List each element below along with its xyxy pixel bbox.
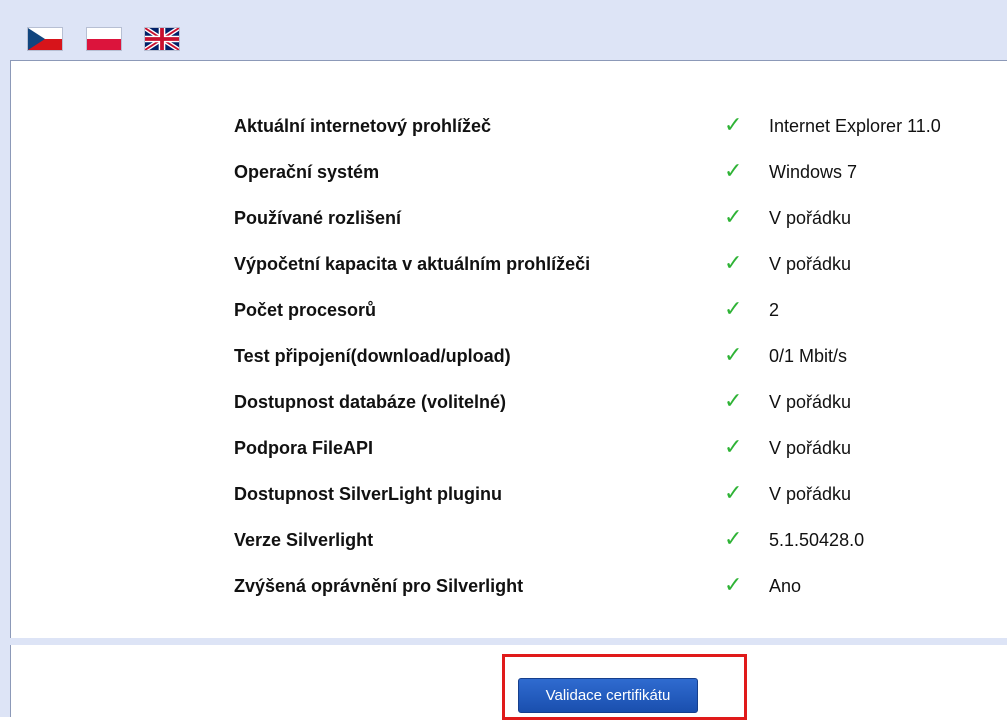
check-value: 0/1 Mbit/s — [769, 346, 848, 366]
check-mark-icon: ✓ — [724, 481, 743, 506]
check-mark-icon: ✓ — [724, 205, 743, 230]
check-label: Test připojení(download/upload) — [234, 346, 511, 366]
check-row: Používané rozlišení ✓ V pořádku — [11, 195, 1007, 241]
check-mark-icon: ✓ — [724, 159, 743, 184]
check-label: Verze Silverlight — [234, 530, 374, 550]
validate-certificate-button[interactable]: Validace certifikátu — [518, 678, 698, 713]
check-row: Dostupnost databáze (volitelné) ✓ V pořádk… — [11, 379, 1007, 425]
check-label: Operační systém — [234, 162, 380, 182]
check-row: Dostupnost SilverLight pluginu ✓ V pořádku — [11, 471, 1007, 517]
check-row: Výpočetní kapacita v aktuálním prohlížeč… — [11, 241, 1007, 287]
check-label: Výpočetní kapacita v aktuálním prohlížeč… — [234, 254, 591, 274]
check-label: Používané rozlišení — [234, 208, 402, 228]
check-label: Dostupnost databáze (volitelné) — [234, 392, 507, 412]
check-mark-icon: ✓ — [724, 113, 743, 138]
check-mark-icon: ✓ — [724, 389, 743, 414]
language-bar — [0, 0, 1007, 58]
check-row: Počet procesorů ✓ 2 — [11, 287, 1007, 333]
check-value: V pořádku — [769, 438, 852, 458]
uk-flag-icon[interactable] — [144, 27, 180, 51]
check-label: Dostupnost SilverLight pluginu — [234, 484, 502, 504]
check-label: Počet procesorů — [234, 300, 377, 320]
check-value: Internet Explorer 11.0 — [769, 116, 941, 136]
czech-flag-icon[interactable] — [27, 27, 63, 51]
system-check-panel: Aktuální internetový prohlížeč ✓ Internet … — [10, 60, 1007, 638]
check-value: 2 — [769, 300, 780, 320]
check-mark-icon: ✓ — [724, 343, 743, 368]
check-row: Operační systém ✓ Windows 7 — [11, 149, 1007, 195]
check-mark-icon: ✓ — [724, 435, 743, 460]
check-row: Podpora FileAPI ✓ V pořádku — [11, 425, 1007, 471]
check-row: Aktuální internetový prohlížeč ✓ Internet … — [11, 103, 1007, 149]
polish-flag-icon[interactable] — [86, 27, 122, 51]
check-mark-icon: ✓ — [724, 297, 743, 322]
check-row: Test připojení(download/upload) ✓ 0/1 Mbit… — [11, 333, 1007, 379]
check-value: V pořádku — [769, 484, 852, 504]
separator — [0, 638, 1007, 645]
check-row: Verze Silverlight ✓ 5.1.50428.0 — [11, 517, 1007, 563]
check-label: Zvýšená oprávnění pro Silverlight — [234, 576, 524, 596]
check-row: Zvýšená oprávnění pro Silverlight ✓ Ano — [11, 563, 1007, 609]
check-value: 5.1.50428.0 — [769, 530, 865, 550]
check-label: Aktuální internetový prohlížeč — [234, 116, 492, 136]
check-value: V pořádku — [769, 208, 852, 228]
check-value: Ano — [769, 576, 802, 596]
check-value: V pořádku — [769, 392, 852, 412]
check-label: Podpora FileAPI — [234, 438, 374, 458]
check-mark-icon: ✓ — [724, 527, 743, 552]
check-mark-icon: ✓ — [724, 573, 743, 598]
check-mark-icon: ✓ — [724, 251, 743, 276]
check-value: Windows 7 — [769, 162, 858, 182]
check-value: V pořádku — [769, 254, 852, 274]
